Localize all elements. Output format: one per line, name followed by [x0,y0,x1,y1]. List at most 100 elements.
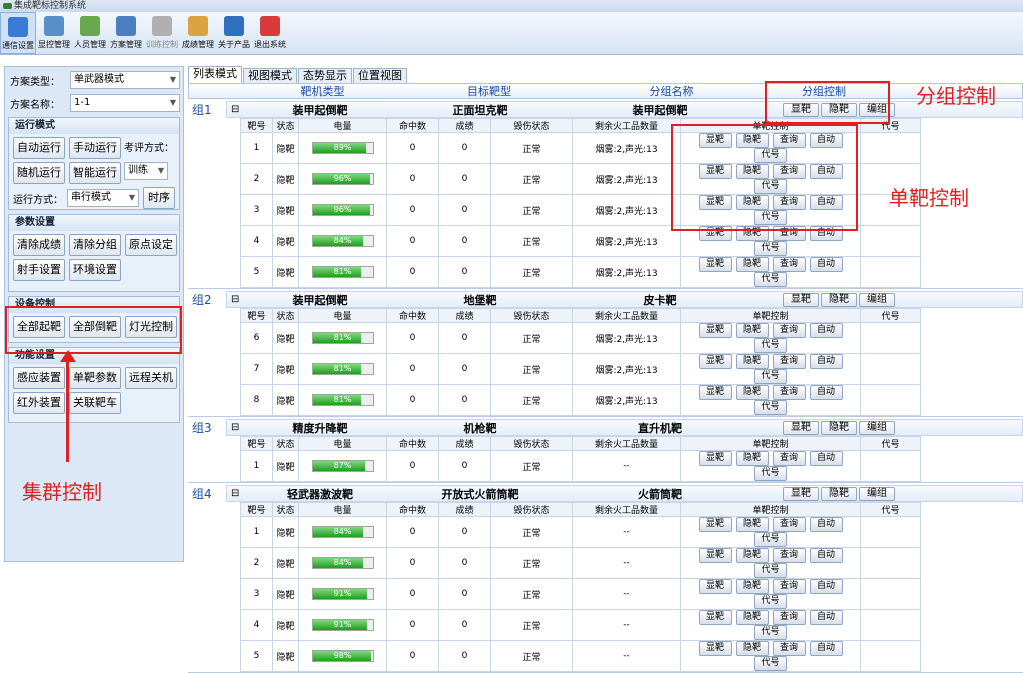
toolbar-button-5[interactable]: 成绩管理 [180,12,216,54]
table-row[interactable]: 2 隐靶 84% 0 0 正常 -- 显靶 隐靶 查询 自动代号 [240,547,921,579]
group-ctrl-button[interactable]: 编组 [859,293,895,307]
single-ctrl-button[interactable]: 代号 [754,563,787,578]
group-ctrl-button[interactable]: 隐靶 [821,293,857,307]
group-label[interactable]: 组3 [188,419,226,436]
single-ctrl-button[interactable]: 查询 [772,354,806,369]
group-ctrl-button[interactable]: 编组 [859,487,895,501]
tab-view[interactable]: 视图模式 [243,68,297,83]
group-label[interactable]: 组1 [188,101,226,118]
table-row[interactable]: 5 隐靶 81% 0 0 正常 烟雾:2,声光:13 显靶 隐靶 查询 自动代号 [240,256,921,288]
group-ctrl-button[interactable]: 隐靶 [821,421,857,435]
group-ctrl-button[interactable]: 隐靶 [821,487,857,501]
single-ctrl-button[interactable]: 查询 [772,517,806,532]
single-ctrl-button[interactable]: 显靶 [698,385,732,400]
single-ctrl-button[interactable]: 查询 [772,548,806,563]
single-ctrl-button[interactable]: 隐靶 [735,548,769,563]
toolbar-button-4[interactable]: 训练控制 [144,12,180,54]
tab-position[interactable]: 位置视图 [353,68,407,83]
single-ctrl-button[interactable]: 代号 [754,656,787,671]
origin-set-button[interactable]: 原点设定 [125,234,177,256]
single-ctrl-button[interactable]: 查询 [772,385,806,400]
infrared-button[interactable]: 红外装置 [13,392,65,414]
group-ctrl-button[interactable]: 显靶 [783,293,819,307]
timing-button[interactable]: 时序 [143,187,175,209]
manual-run-button[interactable]: 手动运行 [69,137,121,159]
single-ctrl-button[interactable]: 显靶 [698,323,732,338]
table-row[interactable]: 1 隐靶 84% 0 0 正常 -- 显靶 隐靶 查询 自动代号 [240,516,921,548]
single-ctrl-button[interactable]: 代号 [754,241,787,256]
group-ctrl-button[interactable]: 编组 [859,421,895,435]
single-ctrl-button[interactable]: 显靶 [698,451,732,466]
collapse-icon[interactable]: ⊟ [231,488,241,499]
remote-off-button[interactable]: 远程关机 [125,367,177,389]
table-row[interactable]: 1 隐靶 87% 0 0 正常 -- 显靶 隐靶 查询 自动代号 [240,450,921,482]
toolbar-button-1[interactable]: 显控管理 [36,12,72,54]
scheme-type-select[interactable]: 单武器模式 ▼ [70,71,180,89]
single-ctrl-button[interactable]: 显靶 [698,354,732,369]
shooter-set-button[interactable]: 射手设置 [13,259,65,281]
env-set-button[interactable]: 环境设置 [69,259,121,281]
collapse-icon[interactable]: ⊟ [231,294,241,305]
single-ctrl-button[interactable]: 显靶 [698,517,732,532]
single-ctrl-button[interactable]: 自动 [809,548,843,563]
single-ctrl-button[interactable]: 查询 [772,451,806,466]
single-ctrl-button[interactable]: 代号 [754,400,787,415]
group-ctrl-button[interactable]: 显靶 [783,487,819,501]
single-ctrl-button[interactable]: 代号 [754,369,787,384]
single-ctrl-button[interactable]: 隐靶 [735,517,769,532]
single-ctrl-button[interactable]: 代号 [754,625,787,640]
single-ctrl-button[interactable]: 代号 [754,466,787,481]
table-row[interactable]: 7 隐靶 81% 0 0 正常 烟雾:2,声光:13 显靶 隐靶 查询 自动代号 [240,353,921,385]
collapse-icon[interactable]: ⊟ [231,104,241,115]
single-param-button[interactable]: 单靶参数 [69,367,121,389]
tab-list[interactable]: 列表模式 [188,66,242,83]
single-ctrl-button[interactable]: 代号 [754,272,787,287]
single-ctrl-button[interactable]: 代号 [754,338,787,353]
single-ctrl-button[interactable]: 查询 [772,610,806,625]
single-ctrl-button[interactable]: 查询 [772,641,806,656]
table-row[interactable]: 8 隐靶 81% 0 0 正常 烟雾:2,声光:13 显靶 隐靶 查询 自动代号 [240,384,921,416]
single-ctrl-button[interactable]: 显靶 [698,579,732,594]
single-ctrl-button[interactable]: 代号 [754,594,787,609]
single-ctrl-button[interactable]: 查询 [772,323,806,338]
single-ctrl-button[interactable]: 自动 [809,385,843,400]
single-ctrl-button[interactable]: 显靶 [698,257,732,272]
single-ctrl-button[interactable]: 自动 [809,641,843,656]
single-ctrl-button[interactable]: 自动 [809,579,843,594]
single-ctrl-button[interactable]: 隐靶 [735,257,769,272]
sensor-button[interactable]: 感应装置 [13,367,65,389]
single-ctrl-button[interactable]: 查询 [772,579,806,594]
toolbar-button-2[interactable]: 人员管理 [72,12,108,54]
toolbar-button-7[interactable]: 退出系统 [252,12,288,54]
clear-scores-button[interactable]: 清除成绩 [13,234,65,256]
table-row[interactable]: 4 隐靶 91% 0 0 正常 -- 显靶 隐靶 查询 自动代号 [240,609,921,641]
single-ctrl-button[interactable]: 查询 [772,257,806,272]
group-ctrl-button[interactable]: 显靶 [783,421,819,435]
collapse-icon[interactable]: ⊟ [231,422,241,433]
single-ctrl-button[interactable]: 隐靶 [735,641,769,656]
single-ctrl-button[interactable]: 隐靶 [735,610,769,625]
random-run-button[interactable]: 随机运行 [13,162,65,184]
table-row[interactable]: 5 隐靶 98% 0 0 正常 -- 显靶 隐靶 查询 自动代号 [240,640,921,672]
single-ctrl-button[interactable]: 自动 [809,257,843,272]
single-ctrl-button[interactable]: 显靶 [698,610,732,625]
single-ctrl-button[interactable]: 自动 [809,354,843,369]
link-car-button[interactable]: 关联靶车 [69,392,121,414]
single-ctrl-button[interactable]: 显靶 [698,641,732,656]
group-label[interactable]: 组2 [188,291,226,308]
scheme-name-select[interactable]: 1-1 ▼ [70,94,180,112]
single-ctrl-button[interactable]: 显靶 [698,548,732,563]
single-ctrl-button[interactable]: 隐靶 [735,451,769,466]
single-ctrl-button[interactable]: 隐靶 [735,354,769,369]
table-row[interactable]: 6 隐靶 81% 0 0 正常 烟雾:2,声光:13 显靶 隐靶 查询 自动代号 [240,322,921,354]
single-ctrl-button[interactable]: 自动 [809,451,843,466]
single-ctrl-button[interactable]: 隐靶 [735,323,769,338]
toolbar-button-0[interactable]: 通信设置 [0,12,36,54]
toolbar-button-6[interactable]: 关于产品 [216,12,252,54]
group-label[interactable]: 组4 [188,485,226,502]
single-ctrl-button[interactable]: 隐靶 [735,385,769,400]
eval-mode-select[interactable]: 训练 ▼ [124,162,168,180]
single-ctrl-button[interactable]: 代号 [754,532,787,547]
single-ctrl-button[interactable]: 自动 [809,323,843,338]
clear-groups-button[interactable]: 清除分组 [69,234,121,256]
